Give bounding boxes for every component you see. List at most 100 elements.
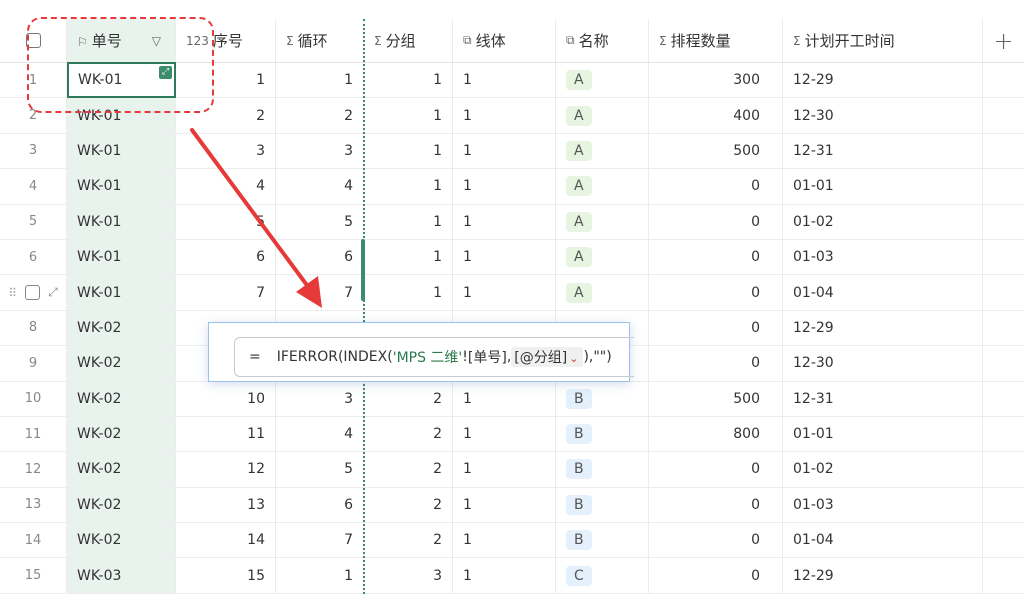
cell-seq[interactable]: 13 bbox=[176, 487, 276, 523]
cell-order-no[interactable]: WK-01 bbox=[67, 133, 176, 169]
cell-seq[interactable]: 4 bbox=[176, 169, 276, 204]
cell-cycle[interactable]: 4 bbox=[276, 416, 364, 452]
cell-order-no[interactable]: WK-02 bbox=[67, 452, 176, 487]
cell-name[interactable]: B bbox=[556, 381, 649, 416]
row-index-cell[interactable]: 11 bbox=[0, 416, 67, 452]
cell-name[interactable]: A bbox=[556, 98, 649, 133]
cell-cycle[interactable]: 1 bbox=[276, 63, 364, 98]
cell-order-no[interactable]: WK-02 bbox=[67, 523, 176, 558]
cell-name[interactable]: A bbox=[556, 63, 649, 98]
cell-order-no[interactable]: WK-02 bbox=[67, 381, 176, 416]
table-row[interactable]: 5 WK-01 5 5 1 1 A 0 01-02 bbox=[0, 204, 1024, 240]
cell-line[interactable]: 1 bbox=[453, 487, 556, 523]
cell-name[interactable]: B bbox=[556, 416, 649, 452]
column-header-group[interactable]: Σ 分组 bbox=[364, 19, 453, 62]
cell-order-no[interactable]: WK-01 bbox=[67, 275, 176, 310]
cell-name[interactable]: A bbox=[556, 169, 649, 204]
cell-order-no[interactable]: WK-02 bbox=[67, 310, 176, 346]
cell-start-time[interactable]: 12-29 bbox=[783, 63, 983, 98]
table-row[interactable]: 14 WK-02 14 7 2 1 B 0 01-04 bbox=[0, 523, 1024, 559]
cell-cycle[interactable]: 6 bbox=[276, 487, 364, 523]
cell-name[interactable]: C bbox=[556, 558, 649, 593]
cell-group[interactable]: 2 bbox=[364, 523, 453, 558]
table-row[interactable]: 4 WK-01 4 4 1 1 A 0 01-01 bbox=[0, 169, 1024, 205]
cell-line[interactable]: 1 bbox=[453, 416, 556, 452]
cell-name[interactable]: A bbox=[556, 204, 649, 239]
cell-start-time[interactable]: 01-04 bbox=[783, 275, 983, 310]
cell-start-time[interactable]: 12-31 bbox=[783, 133, 983, 169]
cell-start-time[interactable]: 01-02 bbox=[783, 452, 983, 487]
cell-qty[interactable]: 0 bbox=[649, 523, 783, 558]
cell-seq[interactable]: 3 bbox=[176, 133, 276, 169]
row-index-cell[interactable]: 8 bbox=[0, 310, 67, 346]
cell-seq[interactable]: 7 bbox=[176, 275, 276, 310]
cell-group[interactable]: 2 bbox=[364, 416, 453, 452]
column-header-name[interactable]: ⧉ 名称 bbox=[556, 19, 649, 62]
row-index-cell[interactable]: 5 bbox=[0, 204, 67, 239]
cell-start-time[interactable]: 12-31 bbox=[783, 381, 983, 416]
expand-row-icon[interactable]: ⤢ bbox=[48, 285, 58, 300]
formula-input[interactable]: = IFERROR(INDEX( 'MPS 二维' ! [单号] , [@分组]… bbox=[234, 337, 634, 377]
cell-seq[interactable]: 5 bbox=[176, 204, 276, 239]
drag-handle-icon[interactable]: ⠿ bbox=[8, 286, 17, 300]
cell-group[interactable]: 1 bbox=[364, 239, 453, 275]
cell-qty[interactable]: 300 bbox=[649, 63, 783, 98]
column-header-line[interactable]: ⧉ 线体 bbox=[453, 19, 556, 62]
cell-qty[interactable]: 400 bbox=[649, 98, 783, 133]
cell-qty[interactable]: 0 bbox=[649, 239, 783, 275]
cell-qty[interactable]: 500 bbox=[649, 133, 783, 169]
cell-order-no[interactable]: WK-03 bbox=[67, 558, 176, 593]
cell-cycle[interactable]: 2 bbox=[276, 98, 364, 133]
cell-cycle[interactable]: 7 bbox=[276, 275, 364, 310]
cell-qty[interactable]: 0 bbox=[649, 487, 783, 523]
cell-seq[interactable]: 10 bbox=[176, 381, 276, 416]
cell-group[interactable]: 3 bbox=[364, 558, 453, 593]
row-index-cell[interactable]: 10 bbox=[0, 381, 67, 416]
cell-qty[interactable]: 0 bbox=[649, 452, 783, 487]
cell-order-no[interactable]: WK-02 bbox=[67, 487, 176, 523]
cell-group[interactable]: 1 bbox=[364, 275, 453, 310]
cell-qty[interactable]: 0 bbox=[649, 346, 783, 381]
cell-line[interactable]: 1 bbox=[453, 169, 556, 204]
cell-line[interactable]: 1 bbox=[453, 523, 556, 558]
cell-seq[interactable]: 12 bbox=[176, 452, 276, 487]
cell-cycle[interactable]: 7 bbox=[276, 523, 364, 558]
cell-group[interactable]: 2 bbox=[364, 487, 453, 523]
cell-group[interactable]: 1 bbox=[364, 169, 453, 204]
cell-start-time[interactable]: 12-30 bbox=[783, 346, 983, 381]
cell-qty[interactable]: 800 bbox=[649, 416, 783, 452]
cell-line[interactable]: 1 bbox=[453, 558, 556, 593]
row-index-cell[interactable]: 4 bbox=[0, 169, 67, 204]
cell-line[interactable]: 1 bbox=[453, 133, 556, 169]
cell-order-no[interactable]: WK-02 bbox=[67, 416, 176, 452]
table-row[interactable]: 11 WK-02 11 4 2 1 B 800 01-01 bbox=[0, 416, 1024, 453]
cell-line[interactable]: 1 bbox=[453, 63, 556, 98]
cell-name[interactable]: B bbox=[556, 487, 649, 523]
cell-start-time[interactable]: 12-29 bbox=[783, 558, 983, 593]
cell-qty[interactable]: 0 bbox=[649, 204, 783, 239]
add-column-button[interactable]: + bbox=[983, 19, 1024, 62]
row-index-cell[interactable]: 12 bbox=[0, 452, 67, 487]
cell-start-time[interactable]: 01-01 bbox=[783, 169, 983, 204]
cell-start-time[interactable]: 12-29 bbox=[783, 310, 983, 346]
row-index-cell[interactable]: 3 bbox=[0, 133, 67, 169]
column-header-cycle[interactable]: Σ 循环 bbox=[276, 19, 364, 62]
cell-line[interactable]: 1 bbox=[453, 204, 556, 239]
table-row[interactable]: 13 WK-02 13 6 2 1 B 0 01-03 bbox=[0, 487, 1024, 524]
cell-qty[interactable]: 0 bbox=[649, 275, 783, 310]
cell-order-no[interactable]: WK-01 bbox=[67, 204, 176, 239]
cell-group[interactable]: 1 bbox=[364, 98, 453, 133]
cell-group[interactable]: 2 bbox=[364, 452, 453, 487]
cell-seq[interactable]: 15 bbox=[176, 558, 276, 593]
cell-name[interactable]: B bbox=[556, 452, 649, 487]
cell-start-time[interactable]: 01-04 bbox=[783, 523, 983, 558]
table-row[interactable]: ⠿ ⤢ WK-01 7 7 1 1 A 0 01-04 bbox=[0, 275, 1024, 311]
column-resize-handle[interactable] bbox=[361, 239, 365, 301]
cell-group[interactable]: 1 bbox=[364, 63, 453, 98]
table-row[interactable]: 3 WK-01 3 3 1 1 A 500 12-31 bbox=[0, 133, 1024, 170]
row-checkbox[interactable] bbox=[24, 285, 40, 301]
cell-seq[interactable]: 11 bbox=[176, 416, 276, 452]
table-row[interactable]: 12 WK-02 12 5 2 1 B 0 01-02 bbox=[0, 452, 1024, 488]
cell-qty[interactable]: 0 bbox=[649, 169, 783, 204]
cell-start-time[interactable]: 01-01 bbox=[783, 416, 983, 452]
